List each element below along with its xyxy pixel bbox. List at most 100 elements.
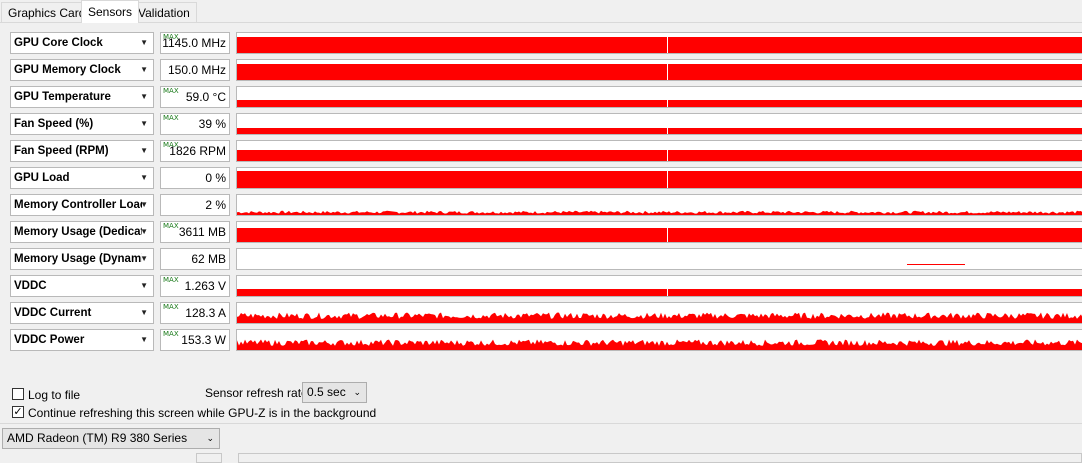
graph-gap — [667, 150, 668, 161]
sensor-name-select[interactable]: GPU Temperature ▼ — [10, 86, 154, 108]
sensor-name-select[interactable]: Memory Usage (Dedicated)▼ — [10, 221, 154, 243]
sensor-graph-plot — [237, 37, 1082, 53]
sensor-value-box[interactable]: MAX 1.263 V — [160, 275, 230, 297]
sensor-name: VDDC — [14, 280, 47, 292]
sensor-name-select[interactable]: Memory Usage (Dynamic) ▼ — [10, 248, 154, 270]
sensor-value-box[interactable]: MAX 59.0 °C — [160, 86, 230, 108]
sensor-graph-plot — [237, 312, 1082, 323]
sensor-graph — [236, 221, 1082, 243]
graph-gap — [667, 128, 668, 134]
sensor-graph-plot — [237, 171, 1082, 188]
sensor-value-box[interactable]: 0 % — [160, 167, 230, 189]
sensor-name: Fan Speed (RPM) — [14, 145, 109, 157]
log-to-file-checkbox[interactable] — [12, 388, 24, 400]
sensor-name-select[interactable]: VDDC ▼ — [10, 275, 154, 297]
sensor-row: Memory Usage (Dedicated)▼ MAX3611 MB — [0, 220, 1082, 244]
sensor-name-select[interactable]: Fan Speed (RPM) ▼ — [10, 140, 154, 162]
tab-sensors[interactable]: Sensors — [81, 0, 140, 23]
sensor-row: Fan Speed (%) ▼ MAX 39 % — [0, 112, 1082, 136]
graph-gap — [667, 37, 668, 53]
sensor-row: GPU Load ▼ 0 % — [0, 166, 1082, 190]
dropdown-arrow-icon: ▼ — [140, 308, 148, 317]
sensor-refresh-rate-select[interactable]: 0.5 sec ⌄ — [302, 382, 367, 403]
dropdown-arrow-icon: ▼ — [140, 119, 148, 128]
graph-fill — [237, 128, 1082, 134]
sensor-name: VDDC Current — [14, 307, 92, 319]
chevron-down-icon: ⌄ — [353, 387, 361, 397]
tab-graphics-card[interactable]: Graphics Card — [1, 2, 93, 22]
background-refresh-checkbox[interactable]: ✓ — [12, 406, 24, 418]
sensor-row: VDDC ▼ MAX 1.263 V — [0, 274, 1082, 298]
sensor-name-select[interactable]: GPU Core Clock ▼ — [10, 32, 154, 54]
graph-fill — [237, 64, 1082, 80]
sensor-value: 39 % — [198, 117, 226, 131]
sensor-graph-plot — [237, 128, 1082, 134]
sensor-graph — [236, 302, 1082, 324]
sensor-graph — [236, 329, 1082, 351]
sensor-row: Fan Speed (RPM) ▼ MAX 1826 RPM — [0, 139, 1082, 163]
dropdown-arrow-icon: ▼ — [140, 227, 148, 236]
sensor-row: GPU Memory Clock ▼ 150.0 MHz — [0, 58, 1082, 82]
graph-fill — [237, 100, 1082, 107]
sensor-value: 1.263 V — [184, 279, 226, 293]
sensor-graph-plot — [237, 100, 1082, 107]
dropdown-arrow-icon: ▼ — [140, 92, 148, 101]
sensor-name-select[interactable]: Fan Speed (%) ▼ — [10, 113, 154, 135]
sensor-row: VDDC Current ▼ MAX 128.3 A — [0, 301, 1082, 325]
sensor-value: 128.3 A — [185, 306, 226, 320]
sensor-graph — [236, 59, 1082, 81]
sensor-graph-plot — [907, 264, 965, 265]
sensor-value-box[interactable]: 150.0 MHz — [160, 59, 230, 81]
sensor-name-select[interactable]: Memory Controller Load ▼ — [10, 194, 154, 216]
max-indicator: MAX — [163, 330, 179, 338]
sensor-value-box[interactable]: 2 % — [160, 194, 230, 216]
window-edge-fragment — [238, 453, 1082, 463]
sensor-name-select[interactable]: GPU Memory Clock ▼ — [10, 59, 154, 81]
sensor-value-box[interactable]: MAX 1826 RPM — [160, 140, 230, 162]
gpu-select[interactable]: AMD Radeon (TM) R9 380 Series ⌄ — [2, 428, 220, 449]
gpu-select-value: AMD Radeon (TM) R9 380 Series — [7, 431, 188, 445]
graph-fill — [237, 37, 1082, 53]
tab-bar: Graphics Card Sensors Validation — [0, 0, 1082, 23]
sensor-value: 1145.0 MHz — [162, 36, 226, 50]
graph-fill — [237, 150, 1082, 161]
sensor-value-box[interactable]: MAX 1145.0 MHz — [160, 32, 230, 54]
sensor-value-box[interactable]: MAX 128.3 A — [160, 302, 230, 324]
sensor-name: GPU Core Clock — [14, 37, 103, 49]
dropdown-arrow-icon: ▼ — [140, 146, 148, 155]
sensor-name-select[interactable]: GPU Load ▼ — [10, 167, 154, 189]
sensor-graph — [236, 194, 1082, 216]
sensor-value-box[interactable]: 62 MB — [160, 248, 230, 270]
dropdown-arrow-icon: ▼ — [140, 65, 148, 74]
max-indicator: MAX — [163, 114, 179, 122]
sensor-graph — [236, 113, 1082, 135]
sensor-graph — [236, 140, 1082, 162]
sensor-graph — [236, 248, 1082, 270]
log-to-file-label: Log to file — [28, 388, 81, 402]
sensor-graph-plot — [237, 64, 1082, 80]
sensor-name: Fan Speed (%) — [14, 118, 94, 130]
sensor-graph-plot — [237, 150, 1082, 161]
sensor-name-select[interactable]: VDDC Power ▼ — [10, 329, 154, 351]
sensor-name-select[interactable]: VDDC Current ▼ — [10, 302, 154, 324]
graph-area — [237, 210, 1082, 215]
graph-line — [907, 264, 965, 265]
max-indicator: MAX — [163, 222, 179, 230]
graph-gap — [667, 64, 668, 80]
graph-gap — [667, 228, 668, 242]
sensor-graph — [236, 275, 1082, 297]
sensor-value: 59.0 °C — [185, 90, 226, 104]
graph-gap — [667, 100, 668, 107]
sensor-value-box[interactable]: MAX 39 % — [160, 113, 230, 135]
sensor-name: Memory Controller Load — [14, 199, 142, 211]
sensor-name: GPU Memory Clock — [14, 64, 121, 76]
sensor-graph-plot — [237, 228, 1082, 242]
sensor-value-box[interactable]: MAX 153.3 W — [160, 329, 230, 351]
graph-fill — [237, 228, 1082, 242]
sensor-row: GPU Core Clock ▼ MAX 1145.0 MHz — [0, 31, 1082, 55]
tab-validation[interactable]: Validation — [131, 2, 197, 22]
sensor-value-box[interactable]: MAX 3611 MB — [160, 221, 230, 243]
sensor-value: 62 MB — [191, 252, 226, 266]
chevron-down-icon: ⌄ — [206, 433, 214, 443]
max-indicator: MAX — [163, 87, 179, 95]
